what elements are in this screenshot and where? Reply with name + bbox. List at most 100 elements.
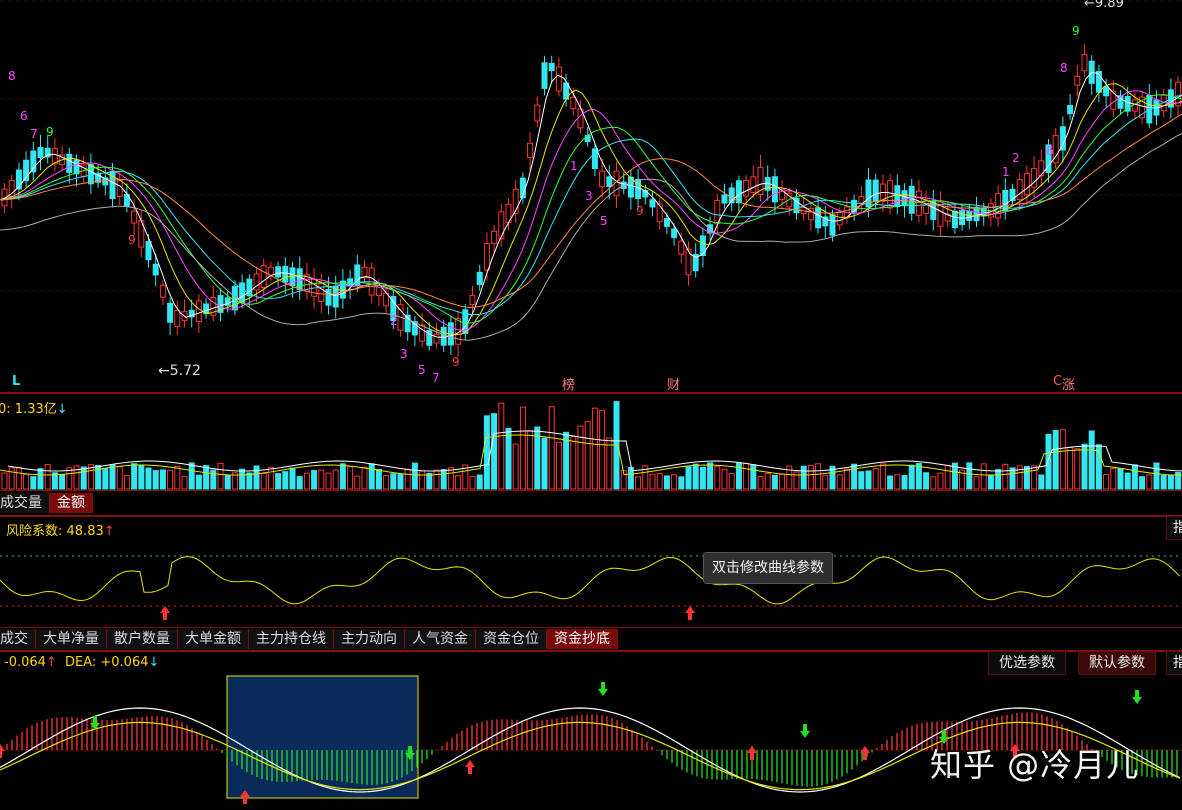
candle-body (419, 324, 426, 342)
candle-body (195, 300, 202, 322)
volume-bar (174, 465, 181, 490)
marker-cai[interactable]: 财 (667, 374, 680, 393)
candle-body (923, 199, 930, 215)
volume-bar (548, 406, 555, 490)
volume-bar (858, 471, 865, 490)
candle-body (743, 179, 750, 197)
volume-bar (239, 468, 246, 490)
volume-bar (30, 476, 37, 490)
volume-bar (973, 476, 980, 490)
tab-amount[interactable]: 金额 (50, 493, 93, 513)
volume-bar (426, 472, 433, 490)
volume-bar (930, 476, 937, 490)
candle-body (1059, 126, 1066, 151)
volume-bar (332, 469, 339, 490)
volume-bar (699, 466, 706, 490)
marker-bang[interactable]: 榜 (562, 374, 575, 393)
volume-bar (390, 473, 397, 490)
tab-popular-fund[interactable]: 人气资金 (405, 629, 476, 649)
candle-body (649, 199, 656, 208)
volume-bar (944, 464, 951, 490)
marker-c[interactable]: C (1053, 374, 1062, 389)
volume-bar (37, 468, 44, 490)
volume-bar (1002, 463, 1009, 490)
arrow-up-icon (465, 760, 475, 774)
volume-bar (901, 474, 908, 490)
tab-main-trend[interactable]: 主力动向 (334, 629, 405, 649)
volume-bar (771, 474, 778, 490)
indicator-tabs: 成交 大单净量 散户数量 大单金额 主力持仓线 主力动向 人气资金 资金仓位 资… (0, 629, 618, 649)
tab-retail-count[interactable]: 散户数量 (107, 629, 178, 649)
tab-chengjiao[interactable]: 成交 (0, 629, 36, 649)
candle-body (152, 263, 159, 276)
volume-bar (361, 466, 368, 490)
arrow-down-icon (598, 682, 608, 696)
volume-bar (872, 468, 879, 490)
volume-bar (491, 413, 498, 490)
volume-bar (822, 475, 829, 490)
volume-bar (275, 473, 282, 490)
volume-bar (1, 472, 8, 490)
volume-bar (397, 473, 404, 490)
volume-bar (152, 470, 159, 490)
optimized-params-button[interactable]: 优选参数 (988, 651, 1066, 675)
volume-bar (109, 464, 116, 490)
volume-bar (663, 475, 670, 490)
volume-bar (102, 468, 109, 490)
candle-body (1016, 179, 1023, 201)
volume-bar (1038, 474, 1045, 490)
volume-bar (282, 471, 289, 490)
candle-body (699, 235, 706, 257)
tab-main-position[interactable]: 主力持仓线 (249, 629, 334, 649)
volume-bar (433, 469, 440, 490)
sequence-number: 1 (570, 159, 578, 173)
tab-fund-bottom[interactable]: 资金抄底 (547, 629, 618, 649)
volume-readout-prefix: 0: (0, 402, 11, 417)
volume-bar (339, 463, 346, 490)
volume-bar (692, 463, 699, 490)
arrow-left-icon: ← (158, 363, 170, 379)
candle-body (771, 176, 778, 203)
dea-value: +0.064 (100, 655, 149, 670)
marker-zhang[interactable]: 涨 (1062, 374, 1075, 393)
risk-panel-side-button[interactable]: 指 (1166, 516, 1182, 540)
default-params-button[interactable]: 默认参数 (1078, 651, 1156, 675)
volume-bar (123, 475, 130, 490)
sequence-number: 5 (418, 363, 426, 377)
volume-bar (224, 475, 231, 490)
volume-bar (8, 467, 15, 490)
volume-bar (354, 475, 361, 490)
macd-readout: -0.064↑ DEA: +0.064↓ (4, 655, 159, 670)
volume-bar (894, 474, 901, 490)
volume-bar (512, 443, 519, 490)
volume-bar (915, 462, 922, 490)
sequence-number: 1 (1002, 165, 1010, 179)
risk-readout-value: 48.83 (66, 524, 104, 539)
tab-fund-position[interactable]: 资金仓位 (476, 629, 547, 649)
volume-bar (599, 409, 606, 490)
candle-body (534, 104, 541, 122)
volume-bar (757, 476, 764, 490)
high-price-label: ←9.89 (1084, 0, 1124, 11)
volume-readout-value: 1.33亿 (14, 402, 57, 417)
volume-bar (59, 474, 66, 490)
chart-canvas[interactable]: 867 9913592357912 689 (0, 0, 1182, 810)
volume-bar (656, 473, 663, 490)
tab-large-amount[interactable]: 大单金额 (178, 629, 249, 649)
macd-side-button[interactable]: 指 (1166, 651, 1182, 675)
volume-bar (411, 462, 418, 490)
volume-bar (923, 472, 930, 490)
volume-bar (469, 476, 476, 490)
candle-body (318, 283, 325, 303)
volume-bar (1045, 433, 1052, 490)
candle-body (491, 230, 498, 244)
low-price-value: 5.72 (169, 363, 201, 379)
volume-bar (116, 466, 123, 490)
volume-bar (937, 472, 944, 490)
volume-bar (908, 464, 915, 490)
tab-volume[interactable]: 成交量 (0, 493, 50, 513)
arrow-up-icon: ↑ (45, 655, 57, 670)
volume-bar (1095, 444, 1102, 490)
candle-body (440, 326, 447, 346)
tab-large-net[interactable]: 大单净量 (36, 629, 107, 649)
